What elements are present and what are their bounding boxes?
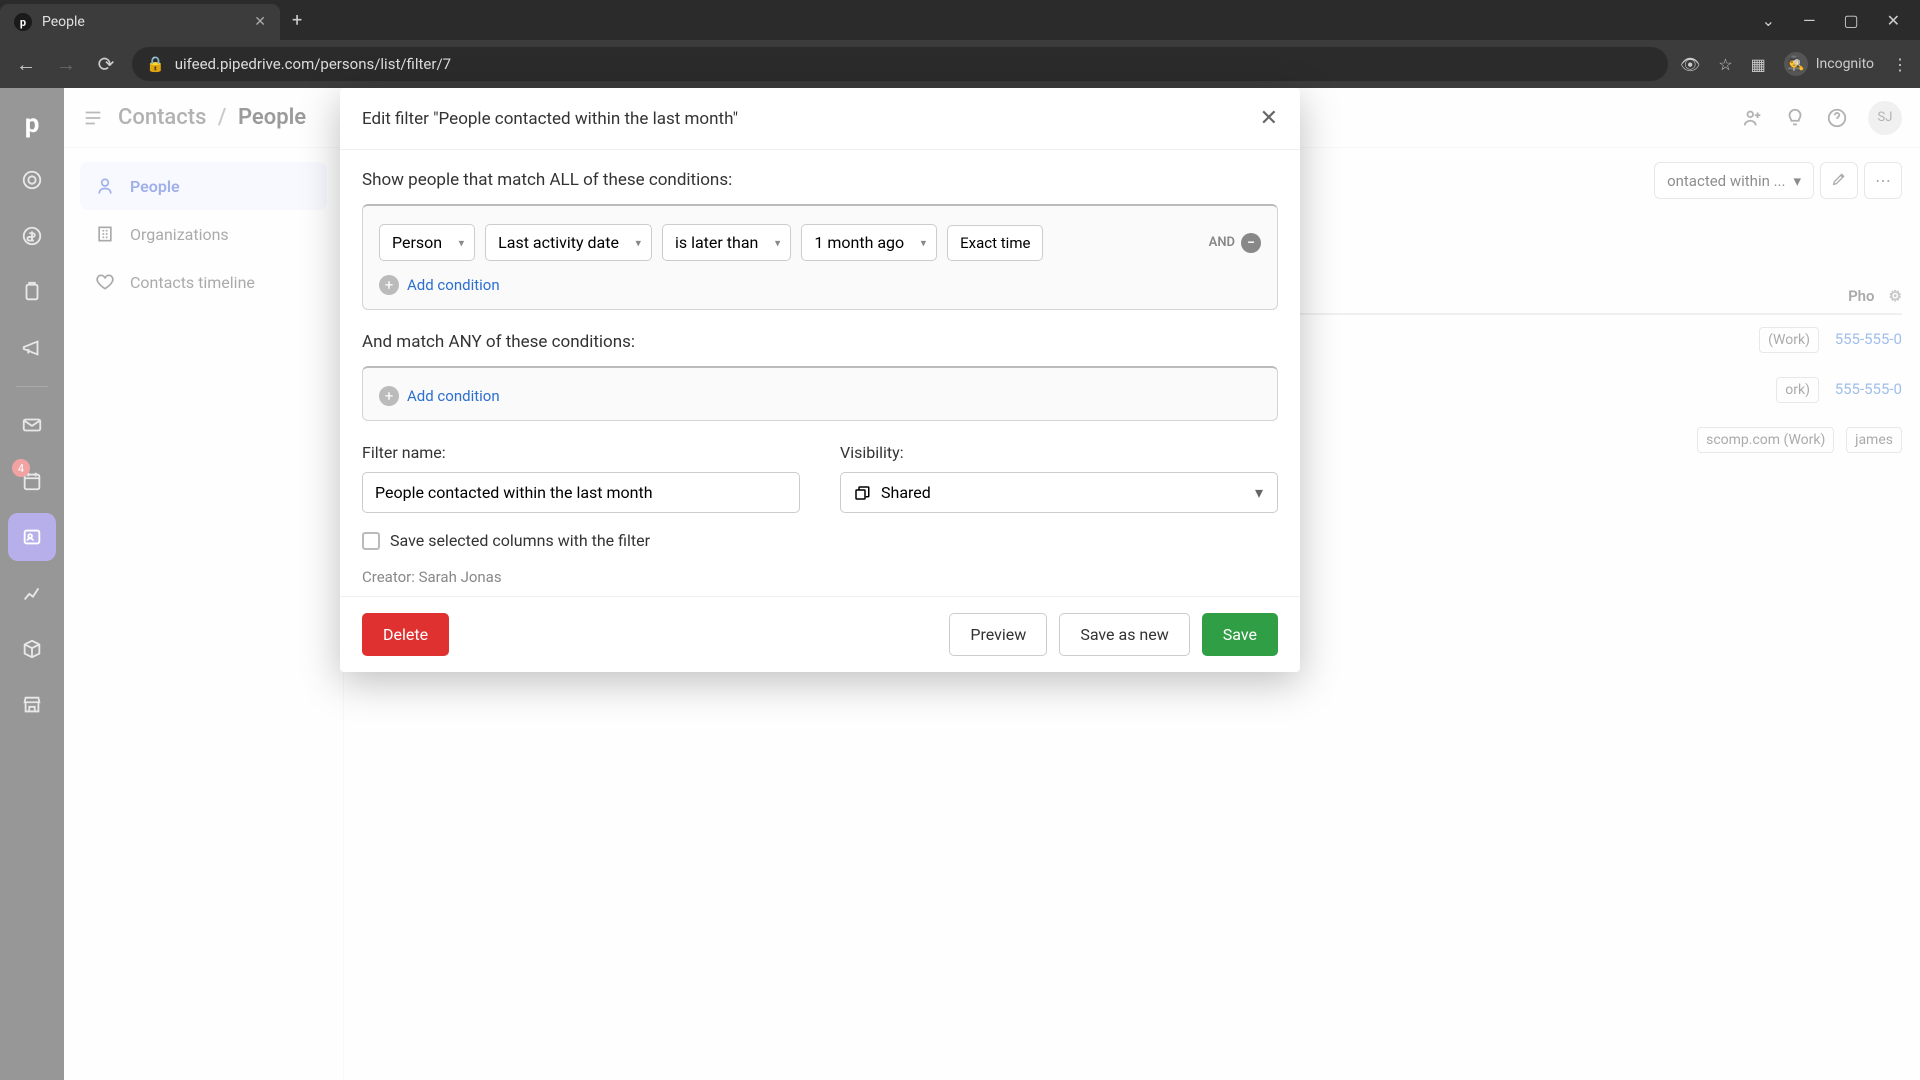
minimize-icon[interactable]: — xyxy=(1803,11,1816,30)
visibility-label: Visibility: xyxy=(840,443,1278,462)
window-controls: ⌄ — ▢ ✕ xyxy=(1762,11,1920,30)
forward-button[interactable]: → xyxy=(52,52,80,77)
save-button[interactable]: Save xyxy=(1202,613,1278,656)
operator-select[interactable]: is later than xyxy=(662,224,791,261)
maximize-icon[interactable]: ▢ xyxy=(1843,11,1858,30)
save-columns-row[interactable]: Save selected columns with the filter xyxy=(362,531,1278,550)
filter-name-label: Filter name: xyxy=(362,443,800,462)
add-condition-any[interactable]: + Add condition xyxy=(379,386,1261,406)
any-conditions-label: And match ANY of these conditions: xyxy=(362,332,1278,352)
incognito-label: Incognito xyxy=(1816,56,1874,72)
incognito-icon: 🕵 xyxy=(1784,52,1808,76)
plus-icon: + xyxy=(379,386,399,406)
all-conditions-label: Show people that match ALL of these cond… xyxy=(362,170,1278,190)
reload-button[interactable]: ⟳ xyxy=(92,52,120,76)
edit-filter-modal: Edit filter "People contacted within the… xyxy=(340,88,1300,672)
and-label: AND xyxy=(1209,235,1235,250)
url-text: uifeed.pipedrive.com/persons/list/filter… xyxy=(175,55,451,73)
new-tab-button[interactable]: + xyxy=(292,10,302,31)
extensions-icon[interactable]: ▦ xyxy=(1751,55,1766,74)
plus-icon: + xyxy=(379,275,399,295)
entity-select[interactable]: Person xyxy=(379,224,475,261)
visibility-value: Shared xyxy=(881,483,931,502)
modal-title: Edit filter "People contacted within the… xyxy=(362,109,738,129)
add-condition-all[interactable]: + Add condition xyxy=(379,275,1261,295)
exact-time-button[interactable]: Exact time xyxy=(947,225,1043,261)
modal-header: Edit filter "People contacted within the… xyxy=(340,88,1300,150)
tab-search-icon[interactable]: ⌄ xyxy=(1762,11,1775,30)
back-button[interactable]: ← xyxy=(12,52,40,77)
bookmark-icon[interactable]: ☆ xyxy=(1718,55,1732,74)
lock-icon: 🔒 xyxy=(146,55,165,73)
add-condition-label: Add condition xyxy=(407,387,500,405)
save-columns-checkbox[interactable] xyxy=(362,532,380,550)
field-select[interactable]: Last activity date xyxy=(485,224,652,261)
save-columns-label: Save selected columns with the filter xyxy=(390,531,650,550)
browser-menu-icon[interactable]: ⋮ xyxy=(1892,55,1908,74)
condition-row: Person Last activity date is later than … xyxy=(379,224,1261,261)
any-conditions-box: + Add condition xyxy=(362,366,1278,421)
condition-logic: AND − xyxy=(1209,233,1261,253)
address-bar[interactable]: 🔒 uifeed.pipedrive.com/persons/list/filt… xyxy=(132,47,1668,81)
preview-button[interactable]: Preview xyxy=(949,613,1047,656)
save-as-new-button[interactable]: Save as new xyxy=(1059,613,1189,656)
creator-label: Creator: Sarah Jonas xyxy=(362,568,1278,586)
close-window-icon[interactable]: ✕ xyxy=(1887,11,1900,30)
visibility-select[interactable]: Shared xyxy=(840,472,1278,513)
tab-title: People xyxy=(42,14,85,30)
browser-tab-strip: p People ✕ + ⌄ — ▢ ✕ xyxy=(0,0,1920,40)
eye-off-icon[interactable]: 👁 xyxy=(1680,55,1700,74)
share-icon xyxy=(853,484,871,502)
tab-favicon: p xyxy=(14,13,32,31)
all-conditions-box: Person Last activity date is later than … xyxy=(362,204,1278,310)
browser-tab[interactable]: p People ✕ xyxy=(0,4,280,40)
modal-footer: Delete Preview Save as new Save xyxy=(340,596,1300,672)
browser-toolbar: ← → ⟳ 🔒 uifeed.pipedrive.com/persons/lis… xyxy=(0,40,1920,88)
close-tab-icon[interactable]: ✕ xyxy=(254,14,266,30)
incognito-indicator: 🕵 Incognito xyxy=(1784,52,1874,76)
delete-button[interactable]: Delete xyxy=(362,613,449,656)
filter-name-input[interactable] xyxy=(362,472,800,513)
value-select[interactable]: 1 month ago xyxy=(801,224,937,261)
add-condition-label: Add condition xyxy=(407,276,500,294)
remove-condition-icon[interactable]: − xyxy=(1241,233,1261,253)
close-icon[interactable]: ✕ xyxy=(1260,106,1278,131)
